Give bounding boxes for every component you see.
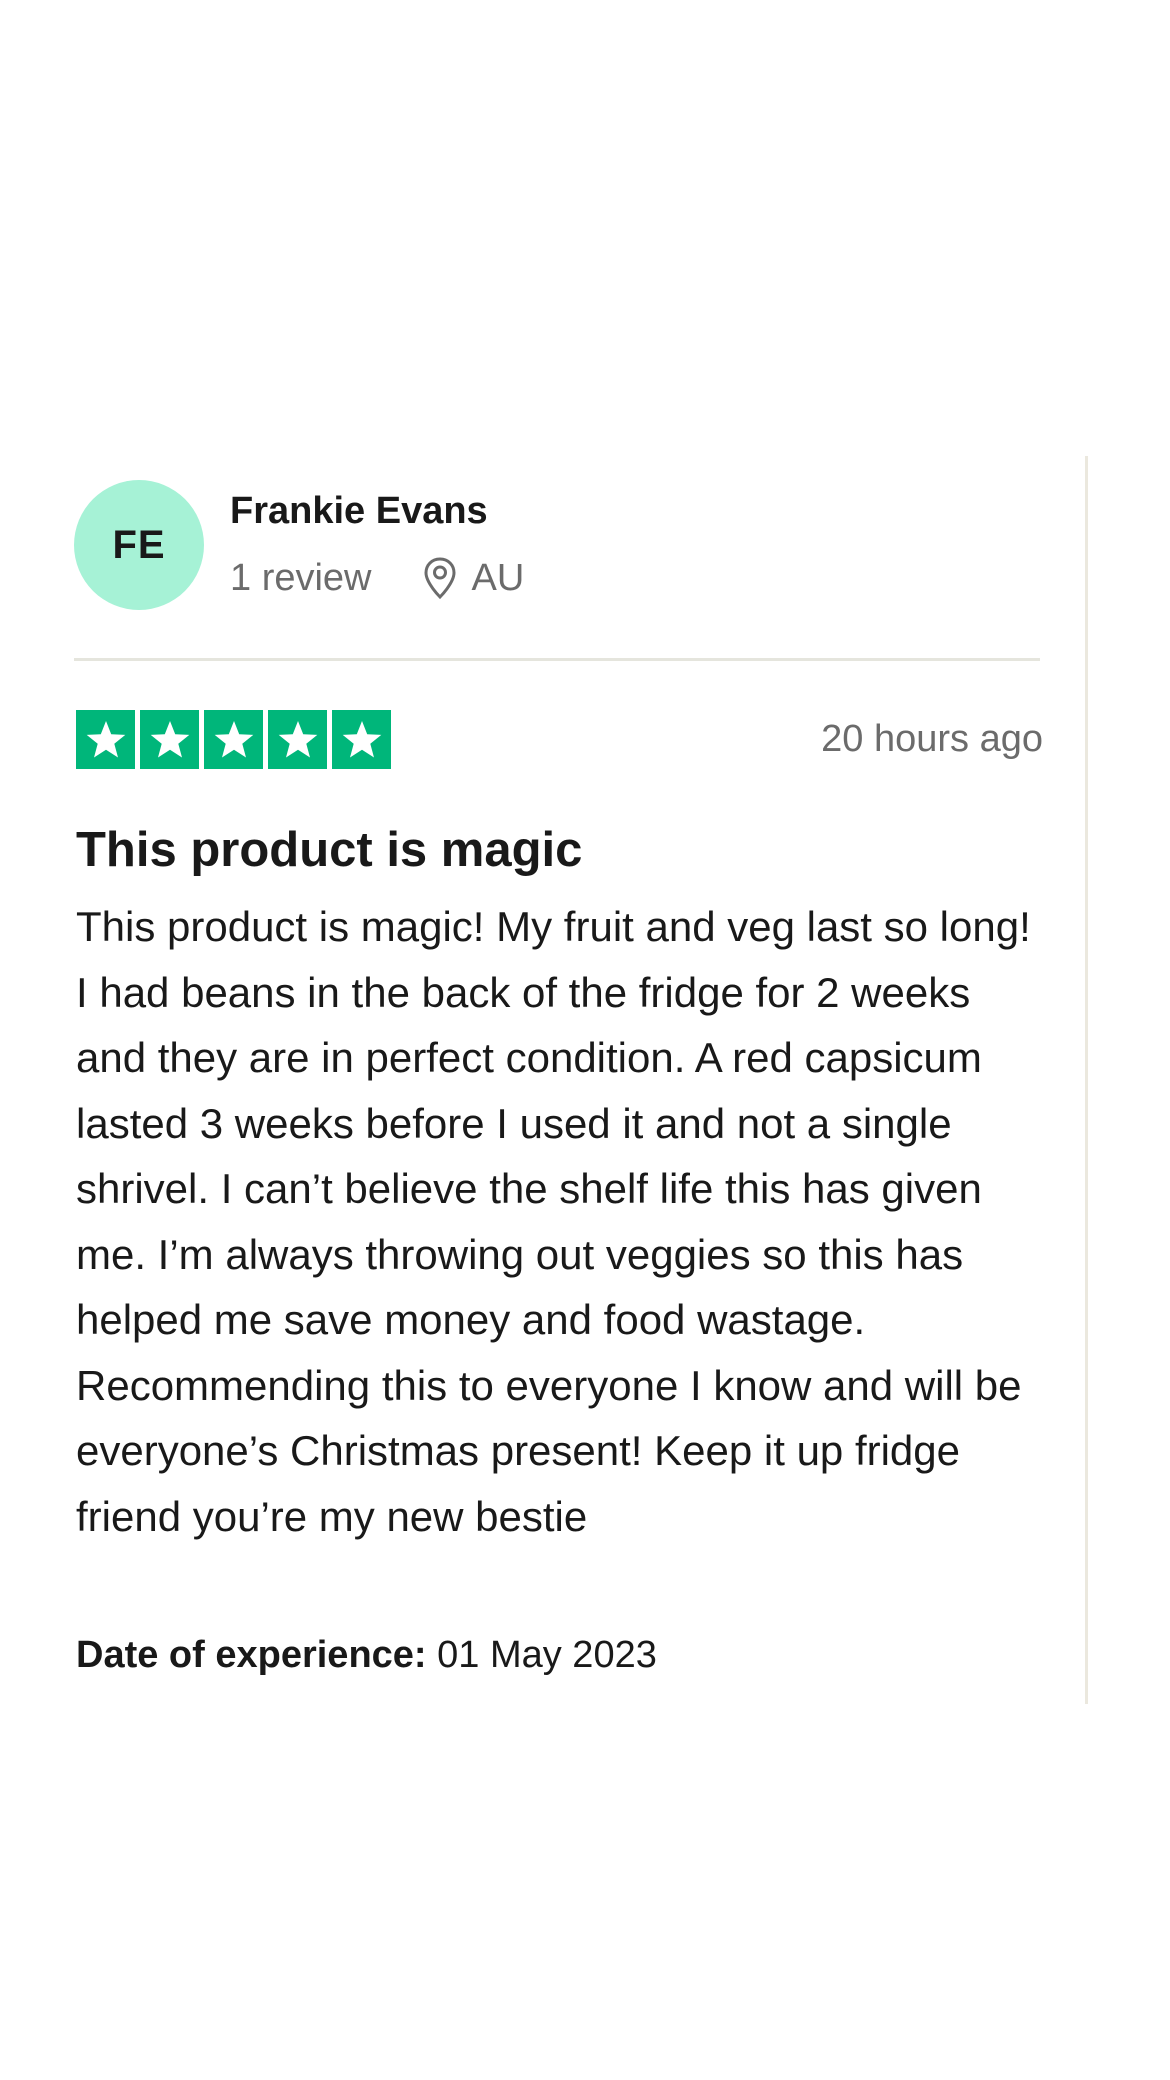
star-icon xyxy=(268,710,327,769)
avatar-initials: FE xyxy=(112,522,166,567)
star-icon xyxy=(140,710,199,769)
reviewer-meta: 1 review AU xyxy=(230,556,524,600)
star-icon xyxy=(204,710,263,769)
experience-date: 01 May 2023 xyxy=(437,1634,657,1676)
date-of-experience: Date of experience: 01 May 2023 xyxy=(76,1634,657,1677)
review-title[interactable]: This product is magic xyxy=(76,822,582,878)
location-pin-icon xyxy=(422,556,458,600)
review-card: FE Frankie Evans 1 review AU 20 hours ag… xyxy=(58,456,1088,1704)
reviewer-country: AU xyxy=(471,556,525,599)
review-body: This product is magic! My fruit and veg … xyxy=(76,903,1031,1540)
review-time-ago: 20 hours ago xyxy=(821,718,1043,760)
star-icon xyxy=(332,710,391,769)
avatar[interactable]: FE xyxy=(74,480,204,610)
star-rating xyxy=(76,710,391,769)
reviewer-name[interactable]: Frankie Evans xyxy=(230,490,488,533)
review-count: 1 review xyxy=(230,556,372,599)
divider xyxy=(74,658,1040,661)
experience-label: Date of experience: xyxy=(76,1634,427,1676)
star-icon xyxy=(76,710,135,769)
